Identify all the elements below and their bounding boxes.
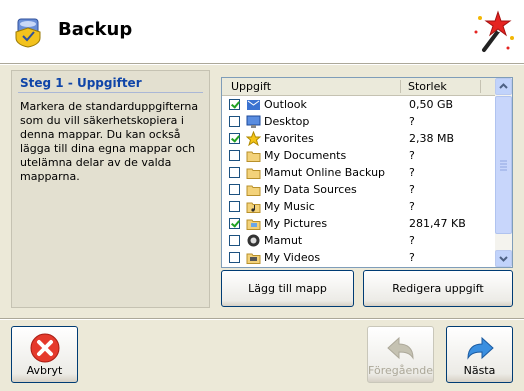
folder-icon	[246, 185, 261, 196]
item-checkbox[interactable]	[229, 252, 240, 263]
step-panel: Steg 1 - Uppgifter Markera de standardup…	[11, 70, 210, 308]
item-size: ?	[409, 234, 415, 247]
list-item[interactable]: My Data Sources?	[222, 181, 495, 198]
item-checkbox[interactable]	[229, 201, 240, 212]
cancel-x-icon	[30, 333, 60, 363]
item-size: ?	[409, 115, 415, 128]
previous-label: Föregående	[368, 364, 433, 377]
item-name: Mamut Online Backup	[264, 166, 386, 179]
mamut-icon	[247, 234, 260, 247]
list-scrollbar[interactable]	[495, 78, 512, 267]
item-name: My Data Sources	[264, 183, 357, 196]
item-size: ?	[409, 200, 415, 213]
item-checkbox[interactable]	[229, 235, 240, 246]
list-item[interactable]: Desktop?	[222, 113, 495, 130]
magic-wand-icon	[474, 10, 514, 52]
edit-task-button[interactable]: Redigera uppgift	[363, 270, 513, 307]
item-checkbox[interactable]	[229, 150, 240, 161]
folder-icon	[246, 168, 261, 179]
item-name: Desktop	[264, 115, 310, 128]
item-name: My Pictures	[264, 217, 328, 230]
scroll-down-button[interactable]	[495, 250, 512, 267]
step-description: Markera de standarduppgifterna som du vi…	[20, 100, 199, 183]
item-checkbox[interactable]	[229, 133, 240, 144]
grip-icon	[500, 160, 507, 171]
item-name: Mamut	[264, 234, 303, 247]
page-title: Backup	[58, 19, 133, 40]
footer-divider	[0, 318, 524, 320]
next-label: Nästa	[463, 364, 496, 377]
next-button[interactable]: Nästa	[446, 326, 513, 383]
list-item[interactable]: Favorites 2,38 MB	[222, 130, 495, 147]
task-list[interactable]: Uppgift Storlek Outlook 0,50 GB Desktop? Fa…	[221, 77, 513, 268]
task-list-header: Uppgift Storlek	[222, 78, 495, 96]
step-title: Steg 1 - Uppgifter	[20, 76, 142, 90]
edit-task-label: Redigera uppgift	[392, 282, 484, 295]
list-item[interactable]: My Videos?	[222, 249, 495, 266]
header-divider	[0, 63, 524, 65]
list-item[interactable]: My Documents?	[222, 147, 495, 164]
item-name: My Music	[264, 200, 315, 213]
list-item[interactable]: Mamut?	[222, 232, 495, 249]
item-size: 281,47 KB	[409, 217, 466, 230]
item-name: My Documents	[264, 149, 347, 162]
item-checkbox[interactable]	[229, 184, 240, 195]
favorites-star-icon	[246, 131, 261, 146]
scroll-up-button[interactable]	[495, 78, 512, 95]
column-divider[interactable]	[400, 80, 401, 93]
scroll-thumb[interactable]	[495, 96, 512, 234]
cancel-label: Avbryt	[26, 364, 63, 377]
desktop-icon	[246, 115, 261, 128]
outlook-icon	[247, 100, 260, 110]
list-item[interactable]: My Music?	[222, 198, 495, 215]
list-item[interactable]: My Pictures 281,47 KB	[222, 215, 495, 232]
previous-button[interactable]: Föregående	[367, 326, 434, 383]
folder-video-icon	[246, 253, 261, 264]
item-checkbox[interactable]	[229, 218, 240, 229]
item-checkbox[interactable]	[229, 167, 240, 178]
item-name: Favorites	[264, 132, 314, 145]
item-name: My Videos	[264, 251, 321, 264]
list-item[interactable]: Mamut Online Backup?	[222, 164, 495, 181]
folder-pictures-icon	[246, 219, 261, 230]
chevron-down-icon	[499, 256, 508, 262]
folder-icon	[246, 151, 261, 162]
item-size: 0,50 GB	[409, 98, 454, 111]
item-size: ?	[409, 251, 415, 264]
step-title-underline	[18, 92, 203, 93]
chevron-up-icon	[499, 83, 508, 89]
column-header-size[interactable]: Storlek	[408, 80, 447, 93]
item-checkbox[interactable]	[229, 99, 240, 110]
item-size: 2,38 MB	[409, 132, 455, 145]
add-folder-button[interactable]: Lägg till mapp	[221, 270, 354, 307]
backup-shield-icon	[15, 18, 41, 48]
cancel-button[interactable]: Avbryt	[11, 326, 78, 383]
forward-arrow-icon	[467, 336, 494, 360]
column-divider[interactable]	[480, 80, 481, 93]
item-size: ?	[409, 149, 415, 162]
item-size: ?	[409, 166, 415, 179]
column-header-task[interactable]: Uppgift	[231, 80, 271, 93]
back-arrow-icon	[387, 336, 414, 360]
list-item[interactable]: Outlook 0,50 GB	[222, 96, 495, 113]
item-size: ?	[409, 183, 415, 196]
header-bar: Backup	[0, 0, 524, 63]
item-name: Outlook	[264, 98, 307, 111]
item-checkbox[interactable]	[229, 116, 240, 127]
folder-music-icon	[246, 202, 261, 213]
add-folder-label: Lägg till mapp	[248, 282, 327, 295]
